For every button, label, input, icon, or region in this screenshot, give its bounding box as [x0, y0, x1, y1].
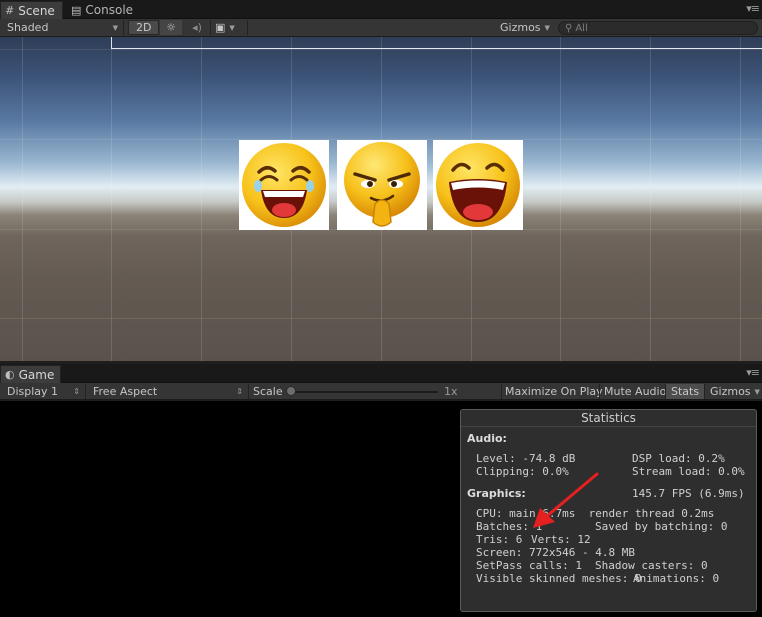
scale-slider-handle[interactable]: [286, 386, 296, 396]
hierarchy-search-input[interactable]: ⚲ All: [558, 21, 758, 35]
audio-level: Level: -74.8 dB: [476, 452, 576, 465]
updown-arrow-icon: ⇕: [73, 387, 80, 396]
display-dropdown[interactable]: Display 1 ⇕: [7, 383, 82, 400]
shadow-casters: Shadow casters: 0: [595, 559, 708, 572]
lighting-toggle[interactable]: ☼: [160, 20, 182, 35]
game-gizmos-dropdown[interactable]: Gizmos ▼: [710, 383, 760, 400]
chevron-down-icon: ▼: [544, 23, 550, 32]
search-icon: ⚲: [565, 22, 573, 34]
tab-scene[interactable]: # Scene: [0, 1, 63, 19]
grid-line: [0, 49, 762, 50]
tab-console[interactable]: ▤ Console: [67, 1, 140, 19]
audio-clipping: Clipping: 0.0%: [476, 465, 569, 478]
grid-line: [22, 37, 23, 361]
cpu-time: CPU: main 6.7ms render thread 0.2ms: [476, 507, 715, 520]
statistics-overlay: Statistics Audio: Level: -74.8 dB DSP lo…: [460, 409, 757, 612]
divider: [704, 384, 705, 399]
grid-line: [560, 37, 561, 361]
aspect-dropdown[interactable]: Free Aspect ⇕: [93, 383, 245, 400]
panel-menu-icon[interactable]: ▾≡: [746, 2, 760, 15]
stats-toggle[interactable]: Stats: [666, 384, 705, 399]
audio-header: Audio:: [467, 432, 507, 445]
visible-skinned-meshes: Visible skinned meshes: 0: [476, 572, 642, 585]
tris-count: Tris: 6: [476, 533, 523, 546]
mute-audio-button[interactable]: Mute Audio: [604, 383, 666, 400]
divider: [599, 384, 600, 399]
scene-gizmos-dropdown[interactable]: Gizmos ▼: [500, 19, 550, 36]
grid-line: [201, 37, 202, 361]
fps-readout: 145.7 FPS (6.9ms): [632, 487, 745, 500]
chevron-down-icon: ▼: [229, 23, 235, 32]
audio-toggle[interactable]: ◂): [187, 19, 207, 36]
setpass-calls: SetPass calls: 1: [476, 559, 582, 572]
verts-count: Verts: 12: [531, 533, 591, 546]
divider: [85, 384, 86, 399]
batches-count: Batches: 1: [476, 520, 543, 533]
divider: [123, 20, 124, 35]
2d-mode-button[interactable]: 2D: [128, 20, 160, 35]
laughing-emoji-sprite[interactable]: [239, 140, 329, 230]
scene-icon: #: [5, 4, 15, 17]
stream-load: Stream load: 0.0%: [632, 465, 745, 478]
smirking-emoji: [344, 142, 420, 227]
grid-line: [740, 37, 741, 361]
grid-line: [0, 318, 762, 319]
game-tabbar: ◐ Game ▾≡: [0, 364, 762, 383]
scale-label: Scale: [253, 385, 283, 398]
laughing-emoji: [242, 143, 326, 227]
saved-by-batching: Saved by batching: 0: [595, 520, 728, 533]
statistics-title: Statistics: [461, 410, 756, 427]
sun-icon: ☼: [166, 21, 176, 34]
grid-line: [650, 37, 651, 361]
animations-count: Animations: 0: [633, 572, 720, 585]
console-icon: ▤: [71, 3, 82, 17]
dsp-load: DSP load: 0.2%: [632, 452, 725, 465]
screen-info: Screen: 772x546 - 4.8 MB: [476, 546, 635, 559]
divider: [210, 20, 211, 35]
chevron-down-icon: ▼: [754, 387, 760, 396]
camera-frame-outline: [111, 37, 762, 49]
grid-line: [111, 37, 112, 361]
laughing-emoji: [436, 143, 520, 227]
shading-mode-dropdown[interactable]: Shaded ▼: [7, 19, 120, 36]
scale-slider-track[interactable]: [290, 391, 438, 393]
scene-toolbar: Shaded ▼ 2D ☼ ◂) ▣ ▼ Gizmos ▼ ⚲ All: [0, 19, 762, 37]
scale-value: 1x: [444, 385, 458, 398]
panel-menu-icon[interactable]: ▾≡: [746, 366, 760, 379]
updown-arrow-icon: ⇕: [236, 387, 243, 396]
effects-dropdown[interactable]: ▣ ▼: [215, 19, 245, 36]
divider: [501, 384, 502, 399]
divider: [248, 384, 249, 399]
game-toolbar: Display 1 ⇕ Free Aspect ⇕ Scale 1x Maxim…: [0, 383, 762, 400]
laughing-emoji-sprite[interactable]: [433, 140, 523, 230]
image-icon: ▣: [215, 21, 226, 34]
tab-game[interactable]: ◐ Game: [0, 365, 61, 383]
divider: [247, 20, 248, 35]
scene-tabbar: # Scene ▤ Console ▾≡: [0, 0, 762, 19]
maximize-on-play-button[interactable]: Maximize On Play: [505, 383, 603, 400]
game-icon: ◐: [5, 368, 15, 381]
graphics-header: Graphics:: [467, 487, 526, 500]
scene-viewport[interactable]: [0, 37, 762, 361]
chevron-down-icon: ▼: [112, 23, 118, 32]
speaker-icon: ◂): [192, 21, 202, 34]
smirking-emoji-sprite[interactable]: [337, 140, 427, 230]
